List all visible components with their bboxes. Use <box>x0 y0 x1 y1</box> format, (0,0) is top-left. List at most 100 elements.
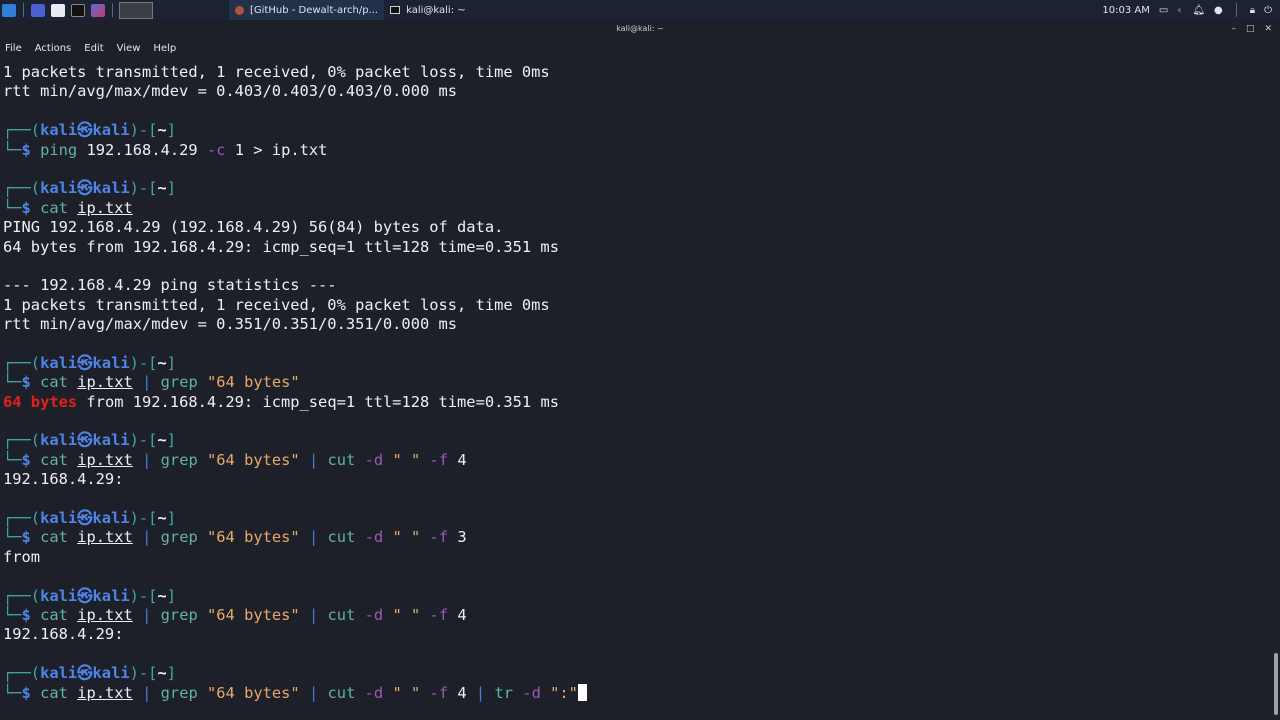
workspace-button[interactable] <box>119 1 153 19</box>
taskbar-item-label: kali@kali: ~ <box>406 4 466 16</box>
terminal-segment: cut <box>327 450 356 469</box>
terminal-segment: $ <box>21 198 31 217</box>
clock[interactable]: 10:03 AM <box>1102 5 1149 16</box>
window-titlebar: kali@kali: ~ – □ ✕ <box>0 20 1280 38</box>
taskbar-item-terminal[interactable]: kali@kali: ~ <box>384 0 472 20</box>
terminal-segment: ] <box>166 353 176 372</box>
terminal-line: PING 192.168.4.29 (192.168.4.29) 56(84) … <box>3 218 587 237</box>
terminal-segment: " " <box>392 683 421 702</box>
terminal-line: 192.168.4.29: <box>3 625 587 644</box>
terminal-segment: -d <box>364 528 384 547</box>
menu-view[interactable]: View <box>117 43 141 54</box>
terminal-segment <box>420 606 429 624</box>
terminal-segment: -d <box>364 683 384 702</box>
terminal-segment <box>151 606 160 624</box>
kali-menu-icon[interactable] <box>2 3 16 17</box>
terminal-segment: )-[ <box>129 179 158 198</box>
terminal-segment: | <box>142 683 152 702</box>
terminal-segment: ~ <box>157 179 167 198</box>
terminal-segment: $ <box>21 605 31 624</box>
terminal-segment <box>68 606 77 624</box>
close-icon[interactable]: ✕ <box>1264 20 1272 38</box>
minimize-icon[interactable]: – <box>1231 20 1236 38</box>
terminal-segment <box>420 684 429 702</box>
terminal-segment: "64 bytes" <box>207 450 300 469</box>
lock-icon[interactable]: 🔒︎ <box>1250 5 1255 16</box>
terminal-segment: ip.txt <box>77 528 133 547</box>
terminal-segment: "64 bytes" <box>207 528 300 547</box>
terminal-segment: ~ <box>157 121 167 140</box>
terminal-segment <box>300 606 309 624</box>
terminal-output[interactable]: 1 packets transmitted, 1 received, 0% pa… <box>3 63 587 703</box>
terminal-icon[interactable] <box>71 3 85 17</box>
terminal-segment <box>31 451 40 469</box>
terminal-segment <box>133 528 142 546</box>
terminal-segment: └─ <box>3 198 22 217</box>
terminal-segment <box>300 451 309 469</box>
network-icon[interactable]: ● <box>1214 5 1223 16</box>
terminal-segment: --- 192.168.4.29 ping statistics --- <box>3 276 337 295</box>
terminal-line: └─$ cat ip.txt <box>3 199 587 218</box>
terminal-segment: from <box>3 547 41 566</box>
menu-actions[interactable]: Actions <box>35 43 72 54</box>
terminal-segment: cat <box>40 528 68 547</box>
terminal-segment: "64 bytes" <box>207 683 300 702</box>
display-icon[interactable]: ▭ <box>1159 5 1168 16</box>
prompt-line: ┌──(kali㉿kali)-[~] <box>3 587 587 606</box>
terminal-segment: kali㉿kali <box>40 431 130 450</box>
terminal-segment: )-[ <box>129 664 158 683</box>
menu-edit[interactable]: Edit <box>84 43 103 54</box>
terminal-segment: cut <box>327 528 356 547</box>
menu-file[interactable]: File <box>5 43 22 54</box>
power-icon[interactable]: ⏻ <box>1264 5 1272 16</box>
separator <box>23 3 24 17</box>
terminal-segment: rtt min/avg/max/mdev = 0.403/0.403/0.403… <box>3 82 458 101</box>
terminal-segment: kali㉿kali <box>40 179 130 198</box>
terminal-segment: ┌──( <box>3 664 41 683</box>
maximize-icon[interactable]: □ <box>1246 20 1255 38</box>
terminal-segment: " " <box>392 450 421 469</box>
menu-help[interactable]: Help <box>153 43 176 54</box>
terminal-segment <box>68 199 77 217</box>
terminal-segment: $ <box>21 683 31 702</box>
taskbar: [GitHub - Dewalt-arch/p... kali@kali: ~ … <box>0 0 1280 20</box>
notification-bell-icon[interactable]: 🔔︎ <box>1192 5 1205 16</box>
terminal-segment <box>133 451 142 469</box>
terminal-segment <box>198 451 207 469</box>
terminal-line: rtt min/avg/max/mdev = 0.403/0.403/0.403… <box>3 82 587 101</box>
desktop-icon[interactable] <box>31 3 45 17</box>
terminal-segment: ~ <box>157 508 167 527</box>
terminal-segment <box>198 528 207 546</box>
terminal-line: └─$ cat ip.txt | grep "64 bytes" | cut -… <box>3 606 587 625</box>
terminal-segment: | <box>308 450 319 469</box>
terminal-segment: 1 packets transmitted, 1 received, 0% pa… <box>3 295 550 314</box>
terminal-segment: ip.txt <box>77 605 133 624</box>
terminal-segment: ip.txt <box>77 373 133 392</box>
terminal-segment <box>355 606 364 624</box>
terminal-line: 64 bytes from 192.168.4.29: icmp_seq=1 t… <box>3 393 587 412</box>
scrollbar-thumb[interactable] <box>1274 653 1278 715</box>
terminal-segment: )-[ <box>129 508 158 527</box>
file-manager-icon[interactable] <box>51 3 65 17</box>
terminal-line: --- 192.168.4.29 ping statistics --- <box>3 276 587 295</box>
prompt-line: ┌──(kali㉿kali)-[~] <box>3 431 587 450</box>
terminal-segment: " " <box>392 605 421 624</box>
terminal-segment: )-[ <box>129 121 158 140</box>
terminal-segment <box>300 684 309 702</box>
terminal-segment: 1 packets transmitted, 1 received, 0% pa… <box>3 63 550 81</box>
terminal-segment <box>133 606 142 624</box>
terminal-segment: ] <box>166 121 176 140</box>
terminal-segment <box>355 451 364 469</box>
terminal-segment: -f <box>429 528 449 547</box>
terminal-segment: cat <box>40 683 68 702</box>
volume-icon[interactable]: 🔈︎ <box>1177 5 1183 16</box>
taskbar-item-label: [GitHub - Dewalt-arch/p... <box>250 4 379 16</box>
terminal-segment: └─ <box>3 140 22 159</box>
terminal-segment: | <box>308 605 319 624</box>
terminal-segment: cat <box>40 450 68 469</box>
screen-recorder-icon[interactable] <box>91 3 105 17</box>
terminal-segment: ┌──( <box>3 431 41 450</box>
taskbar-item-github[interactable]: [GitHub - Dewalt-arch/p... <box>229 0 385 20</box>
scrollbar[interactable] <box>1274 60 1278 715</box>
